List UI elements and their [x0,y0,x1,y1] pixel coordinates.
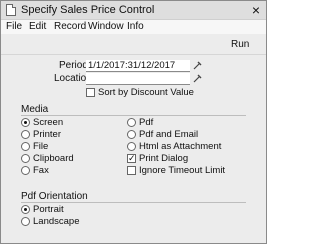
menu-window[interactable]: Window [88,21,124,32]
media-clipboard-label: Clipboard [33,153,74,164]
media-fax-label: Fax [33,165,49,176]
orientation-divider [21,202,246,203]
media-pdf-label: Pdf [139,117,154,128]
media-fax-radio[interactable] [21,166,30,175]
media-pdf-email-label: Pdf and Email [139,129,199,140]
orientation-portrait-label: Portrait [33,204,64,215]
ignore-timeout-label: Ignore Timeout Limit [139,165,226,176]
media-divider [21,115,246,116]
media-printer-label: Printer [33,129,61,140]
period-value: 1/1/2017:31/12/2017 [88,60,176,71]
period-field[interactable]: 1/1/2017:31/12/2017 [86,60,190,72]
run-button[interactable]: Run [231,39,249,50]
media-screen-label: Screen [33,117,64,128]
sort-by-discount-checkbox[interactable] [86,88,95,97]
menu-info[interactable]: Info [127,21,144,32]
orientation-landscape-label: Landscape [33,216,80,227]
media-file-label: File [33,141,49,152]
period-label: Period [59,60,88,71]
media-clipboard-radio[interactable] [21,154,30,163]
menu-record[interactable]: Record [54,21,86,32]
print-dialog-checkbox[interactable] [127,152,136,164]
media-file-radio[interactable] [21,142,30,151]
title-bar[interactable]: Specify Sales Price Control × [1,1,266,20]
window-title: Specify Sales Price Control [21,4,155,16]
menu-bar: File Edit Record Window Info [1,20,266,34]
document-icon [6,4,16,16]
print-dialog-label: Print Dialog [139,153,189,164]
ignore-timeout-checkbox[interactable] [127,166,136,175]
sort-by-discount-label: Sort by Discount Value [98,87,194,98]
orientation-portrait-radio[interactable] [21,205,30,214]
media-html-attachment-label: Html as Attachment [139,141,222,152]
toolbar [1,34,266,55]
media-html-attachment-radio[interactable] [127,142,136,151]
close-window-button[interactable]: × [252,2,260,18]
location-field[interactable] [86,73,190,85]
media-pdf-radio[interactable] [127,118,136,127]
paste-special-icon[interactable] [193,74,202,83]
paste-special-icon[interactable] [193,61,202,70]
media-printer-radio[interactable] [21,130,30,139]
orientation-section-title: Pdf Orientation [21,191,88,202]
menu-edit[interactable]: Edit [29,21,46,32]
orientation-landscape-radio[interactable] [21,217,30,226]
media-screen-radio[interactable] [21,118,30,127]
media-section-title: Media [21,104,49,115]
media-pdf-email-radio[interactable] [127,130,136,139]
menu-file[interactable]: File [6,21,22,32]
